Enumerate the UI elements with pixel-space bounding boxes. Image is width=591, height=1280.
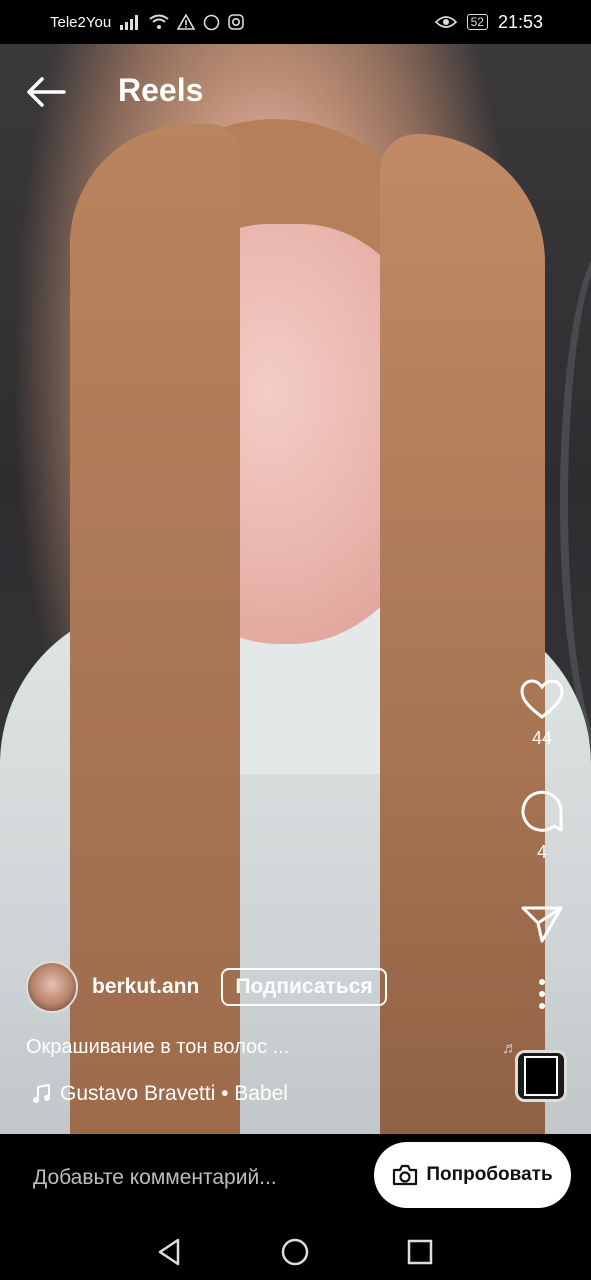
eye-icon [434,16,457,28]
heart-icon[interactable] [519,678,565,720]
try-effect-label: Попробовать [426,1164,553,1185]
more-action[interactable] [517,978,567,1010]
top-bar: Reels [0,44,591,140]
share-icon[interactable] [520,904,564,944]
instagram-icon [228,14,244,30]
signal-icon [120,15,139,30]
page-title: Reels [118,72,204,108]
post-caption[interactable]: Окрашивание в тон волос ... [26,1036,289,1059]
comment-input[interactable]: Добавьте комментарий... [33,1166,277,1190]
music-info[interactable]: Gustavo Bravetti • Babel [32,1082,288,1106]
wifi-icon [149,14,169,29]
bottom-bar: Добавьте комментарий... Попробовать [0,1134,591,1224]
back-arrow-icon[interactable] [24,74,68,110]
battery-indicator: 52 [466,14,488,30]
share-action[interactable] [517,904,567,944]
nav-back-icon[interactable] [152,1234,188,1270]
audio-thumbnail-art [524,1056,558,1096]
nav-recents-icon[interactable] [402,1234,438,1270]
username[interactable]: berkut.ann [92,975,199,999]
more-icon[interactable] [537,978,547,1010]
music-note-icon [33,1084,50,1103]
comment-icon[interactable] [519,788,565,834]
camera-icon [393,1164,418,1186]
like-count: 44 [531,728,553,748]
avatar[interactable] [26,961,78,1013]
alert-icon [177,14,196,30]
audio-thumbnail[interactable] [515,1050,567,1102]
clock: 21:53 [497,11,543,32]
post-author: berkut.ann Подписаться [26,960,387,1014]
status-bar: Tele2You 52 21:53 [0,0,591,44]
system-nav-bar [0,1224,591,1280]
whatsapp-icon [203,14,220,30]
follow-button[interactable]: Подписаться [221,968,387,1006]
like-action[interactable]: 44 [517,678,567,749]
nav-home-icon[interactable] [277,1234,313,1270]
status-right: 52 21:53 [434,0,543,44]
status-left: Tele2You [50,0,244,44]
try-effect-button[interactable]: Попробовать [374,1142,571,1208]
carrier-label: Tele2You [50,13,112,31]
comment-action[interactable]: 4 [517,788,567,863]
music-label: Gustavo Bravetti • Babel [60,1082,288,1105]
comment-count: 4 [536,842,547,862]
